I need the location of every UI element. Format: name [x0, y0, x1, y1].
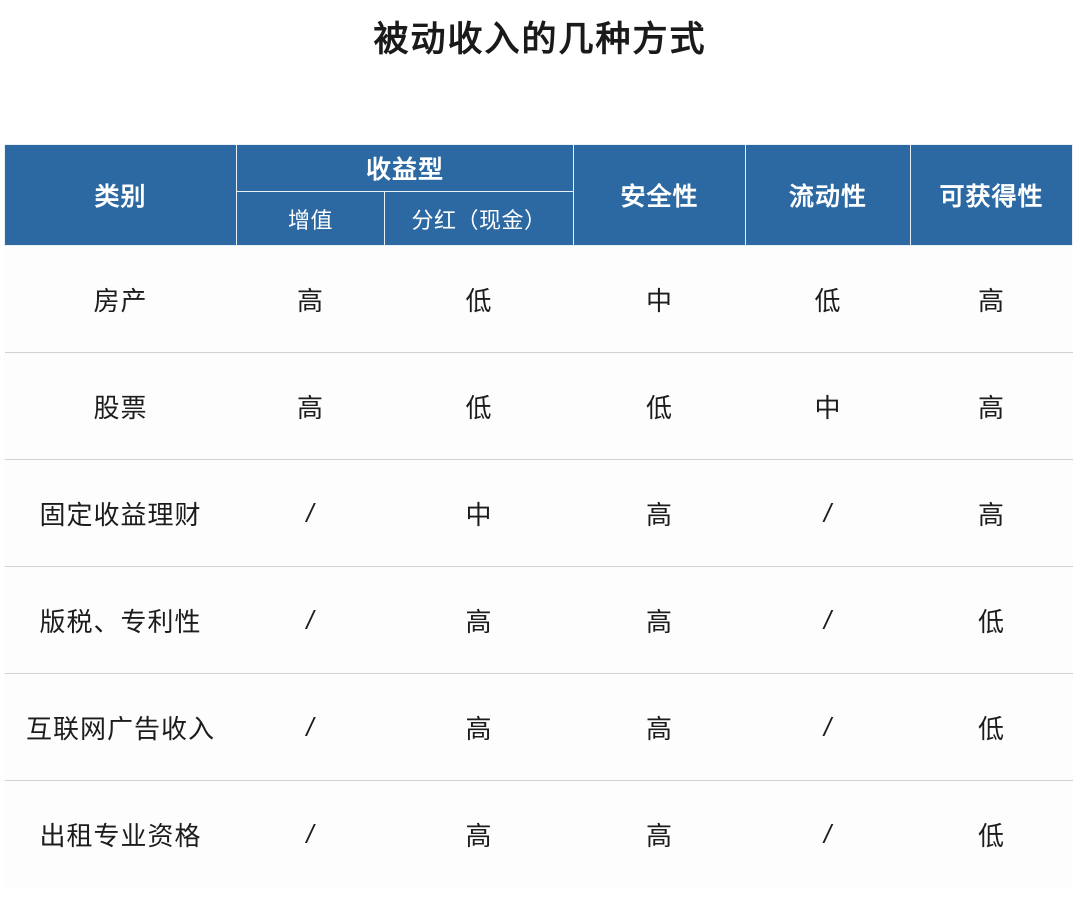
table-header: 类别 收益型 安全性 流动性 可获得性 增值 分红（现金） — [4, 144, 1074, 246]
cell-dividend: 高 — [384, 673, 574, 781]
cell-accessibility: 高 — [910, 352, 1073, 460]
table-body: 房产 高 低 中 低 高 股票 高 低 低 中 高 固定收益理财 / 中 高 /… — [4, 245, 1073, 888]
table-row: 出租专业资格 / 高 高 / 低 — [4, 780, 1073, 888]
column-header-liquidity: 流动性 — [745, 144, 912, 246]
cell-accessibility: 低 — [910, 673, 1073, 781]
cell-accessibility: 高 — [910, 245, 1073, 353]
cell-safety: 高 — [573, 459, 746, 567]
table-row: 房产 高 低 中 低 高 — [4, 245, 1073, 353]
cell-category: 版税、专利性 — [4, 566, 237, 674]
column-header-safety: 安全性 — [573, 144, 747, 246]
column-header-category: 类别 — [4, 144, 237, 246]
cell-category: 股票 — [4, 352, 237, 460]
cell-accessibility: 低 — [910, 566, 1073, 674]
cell-category: 互联网广告收入 — [4, 673, 237, 781]
cell-appreciation: 高 — [236, 352, 385, 460]
cell-dividend: 中 — [384, 459, 574, 567]
passive-income-table-container: 类别 收益型 安全性 流动性 可获得性 增值 分红（现金） 房产 高 低 中 低… — [4, 144, 1074, 889]
cell-appreciation: / — [236, 459, 385, 567]
cell-category: 出租专业资格 — [4, 780, 237, 888]
table-row: 固定收益理财 / 中 高 / 高 — [4, 459, 1073, 567]
cell-safety: 高 — [573, 566, 746, 674]
cell-accessibility: 低 — [910, 780, 1073, 888]
cell-appreciation: / — [236, 566, 385, 674]
cell-appreciation: / — [236, 780, 385, 888]
cell-appreciation: / — [236, 673, 385, 781]
table-row: 股票 高 低 低 中 高 — [4, 352, 1073, 460]
cell-accessibility: 高 — [910, 459, 1073, 567]
page-title: 被动收入的几种方式 — [373, 20, 707, 59]
cell-appreciation: 高 — [236, 245, 385, 353]
cell-safety: 高 — [573, 673, 746, 781]
cell-liquidity: / — [745, 673, 911, 781]
cell-dividend: 高 — [384, 566, 574, 674]
cell-safety: 中 — [573, 245, 746, 353]
cell-liquidity: / — [745, 459, 911, 567]
column-header-accessibility: 可获得性 — [910, 144, 1074, 246]
page-root: 被动收入的几种方式 类别 收益型 安全性 流动性 可获得性 增值 分红（现金） … — [0, 0, 1080, 898]
cell-category: 房产 — [4, 245, 237, 353]
cell-dividend: 低 — [384, 245, 574, 353]
column-header-appreciation: 增值 — [236, 191, 385, 246]
cell-category: 固定收益理财 — [4, 459, 237, 567]
cell-liquidity: 中 — [745, 352, 911, 460]
cell-dividend: 低 — [384, 352, 574, 460]
cell-liquidity: 低 — [745, 245, 911, 353]
table-row: 版税、专利性 / 高 高 / 低 — [4, 566, 1073, 674]
cell-liquidity: / — [745, 566, 911, 674]
cell-safety: 低 — [573, 352, 746, 460]
table-header-row-1: 类别 收益型 安全性 流动性 可获得性 — [4, 144, 1074, 246]
table-row: 互联网广告收入 / 高 高 / 低 — [4, 673, 1073, 781]
passive-income-table: 类别 收益型 安全性 流动性 可获得性 增值 分红（现金） 房产 高 低 中 低… — [4, 144, 1074, 888]
column-header-dividend: 分红（现金） — [383, 191, 575, 246]
cell-dividend: 高 — [384, 780, 574, 888]
cell-liquidity: / — [745, 780, 911, 888]
column-header-return-group: 收益型 — [235, 144, 575, 192]
cell-safety: 高 — [573, 780, 746, 888]
